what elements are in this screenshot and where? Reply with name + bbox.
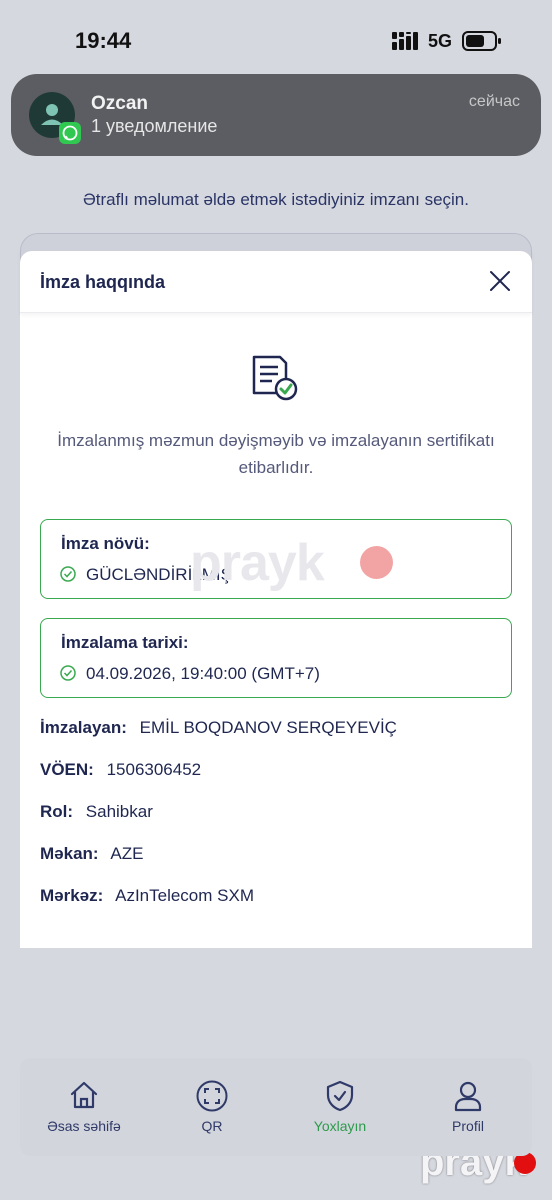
voen-label: VÖEN: bbox=[40, 760, 94, 779]
nav-label-verify: Yoxlayın bbox=[313, 1118, 367, 1134]
notification-sender: Ozcan bbox=[91, 93, 149, 114]
signing-date-value: 04.09.2026, 19:40:00 (GMT+7) bbox=[86, 664, 320, 683]
role-value: Sahibkar bbox=[85, 802, 153, 821]
nav-item-profile[interactable]: Profil bbox=[404, 1058, 532, 1156]
document-verified-icon bbox=[252, 355, 298, 401]
home-icon bbox=[70, 1081, 98, 1109]
signing-date-label: İmzalama tarixi: bbox=[61, 633, 189, 652]
user-icon bbox=[454, 1081, 482, 1112]
qr-scan-icon bbox=[196, 1080, 228, 1112]
signal-icon bbox=[392, 32, 418, 50]
signing-date-box: İmzalama tarixi: 04.09.2026, 19:40:00 (G… bbox=[40, 618, 512, 698]
check-circle-icon bbox=[60, 665, 76, 681]
notification-banner[interactable]: Ozcan 1 уведомление сейчас bbox=[11, 74, 541, 156]
nav-item-home[interactable]: Əsas səhifə bbox=[20, 1058, 148, 1156]
role-row: Rol: Sahibkar bbox=[40, 802, 153, 822]
signature-type-label: İmza növü: bbox=[61, 534, 150, 553]
voen-row: VÖEN: 1506306452 bbox=[40, 760, 201, 780]
signer-value: EMİL BOQDANOV SERQEYEVİÇ bbox=[139, 718, 397, 737]
shield-check-icon bbox=[326, 1080, 354, 1112]
signature-info-modal: İmza haqqında İmzalanmış məzmun dəyişməy… bbox=[20, 251, 532, 948]
role-label: Rol: bbox=[40, 802, 74, 821]
watermark-dot bbox=[360, 546, 393, 579]
nav-label-home: Əsas səhifə bbox=[47, 1118, 121, 1134]
bottom-nav: Əsas səhifə QR Yoxlayın Profil bbox=[20, 1058, 532, 1156]
center-row: Mərkəz: AzInTelecom SXM bbox=[40, 886, 254, 906]
modal-title: İmza haqqında bbox=[40, 272, 166, 292]
location-row: Məkan: AZE bbox=[40, 844, 143, 864]
center-label: Mərkəz: bbox=[40, 886, 104, 905]
voen-value: 1506306452 bbox=[106, 760, 202, 779]
location-value: AZE bbox=[110, 844, 144, 863]
center-value: AzInTelecom SXM bbox=[115, 886, 254, 905]
nav-item-verify[interactable]: Yoxlayın bbox=[276, 1058, 404, 1156]
modal-header: İmza haqqında bbox=[20, 251, 532, 313]
network-label: 5G bbox=[428, 31, 453, 51]
whatsapp-icon bbox=[59, 122, 81, 144]
nav-label-qr: QR bbox=[201, 1118, 223, 1134]
location-label: Məkan: bbox=[40, 844, 99, 863]
signer-label: İmzalayan: bbox=[40, 718, 127, 737]
watermark-logo: prayk bbox=[190, 534, 325, 592]
nav-label-profile: Profil bbox=[452, 1118, 484, 1134]
background-instruction: Ətraflı məlumat əldə etmək istədiyiniz i… bbox=[83, 190, 469, 209]
close-icon[interactable] bbox=[488, 269, 512, 293]
nav-item-qr[interactable]: QR bbox=[148, 1058, 276, 1156]
notification-time: сейчас bbox=[468, 93, 520, 110]
signer-row: İmzalayan: EMİL BOQDANOV SERQEYEVİÇ bbox=[40, 718, 397, 738]
battery-icon bbox=[462, 31, 501, 51]
verification-message: İmzalanmış məzmun dəyişməyib və imzalaya… bbox=[57, 431, 495, 477]
check-circle-icon bbox=[60, 566, 76, 582]
notification-body: 1 уведомление bbox=[91, 116, 218, 136]
status-bar: 19:44 5G bbox=[0, 0, 552, 80]
status-time: 19:44 bbox=[75, 28, 132, 53]
